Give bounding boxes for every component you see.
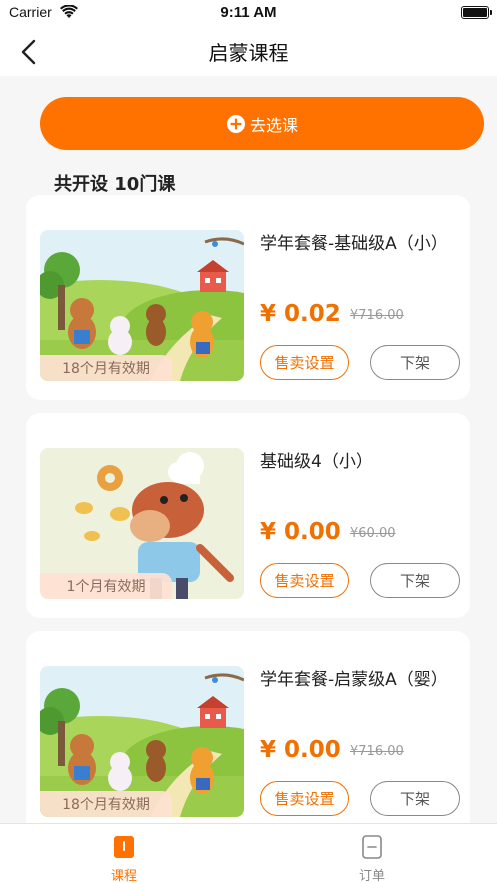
- course-card[interactable]: 18个月有效期 学年套餐-启蒙级A（婴） ¥ 0.00 ¥716.00 售卖设置…: [26, 631, 470, 836]
- validity-badge: 1个月有效期: [40, 573, 172, 599]
- validity-badge: 18个月有效期: [40, 355, 172, 381]
- original-price: ¥60.00: [350, 526, 396, 541]
- tab-courses[interactable]: 课程: [0, 824, 248, 883]
- tab-bar: 课程 订单: [0, 823, 497, 883]
- original-price: ¥716.00: [350, 744, 404, 759]
- course-thumbnail: 18个月有效期: [40, 666, 244, 817]
- status-bar: Carrier 9:11 AM: [0, 0, 497, 26]
- delist-button[interactable]: 下架: [370, 563, 460, 598]
- order-icon: [362, 835, 382, 859]
- course-title: 学年套餐-启蒙级A（婴）: [260, 670, 448, 690]
- course-thumbnail: 1个月有效期: [40, 448, 244, 599]
- sale-settings-button[interactable]: 售卖设置: [260, 345, 349, 380]
- delist-button[interactable]: 下架: [370, 345, 460, 380]
- page-title: 启蒙课程: [208, 41, 289, 65]
- select-course-button[interactable]: 去选课: [40, 97, 484, 150]
- nav-bar: 启蒙课程: [0, 26, 497, 76]
- validity-badge: 18个月有效期: [40, 791, 172, 817]
- book-icon: [114, 836, 134, 858]
- course-count: 共开设 10门课: [54, 174, 176, 195]
- plus-circle-icon: [226, 114, 245, 133]
- sale-settings-button[interactable]: 售卖设置: [260, 781, 349, 816]
- select-course-label: 去选课: [249, 115, 298, 135]
- course-price: ¥ 0.02: [260, 301, 341, 327]
- delist-button[interactable]: 下架: [370, 781, 460, 816]
- course-card[interactable]: 1个月有效期 基础级4（小） ¥ 0.00 ¥60.00 售卖设置 下架: [26, 413, 470, 618]
- tab-orders[interactable]: 订单: [248, 824, 496, 883]
- battery-icon: [461, 6, 492, 19]
- course-title: 基础级4（小）: [260, 452, 373, 472]
- course-title: 学年套餐-基础级A（小）: [260, 234, 448, 254]
- course-price: ¥ 0.00: [260, 737, 341, 763]
- course-card[interactable]: 18个月有效期 学年套餐-基础级A（小） ¥ 0.02 ¥716.00 售卖设置…: [26, 195, 470, 400]
- original-price: ¥716.00: [350, 308, 404, 323]
- tab-label: 课程: [110, 869, 137, 883]
- sale-settings-button[interactable]: 售卖设置: [260, 563, 349, 598]
- course-thumbnail: 18个月有效期: [40, 230, 244, 381]
- status-time: 9:11 AM: [220, 4, 277, 21]
- tab-label: 订单: [358, 869, 385, 883]
- course-price: ¥ 0.00: [260, 519, 341, 545]
